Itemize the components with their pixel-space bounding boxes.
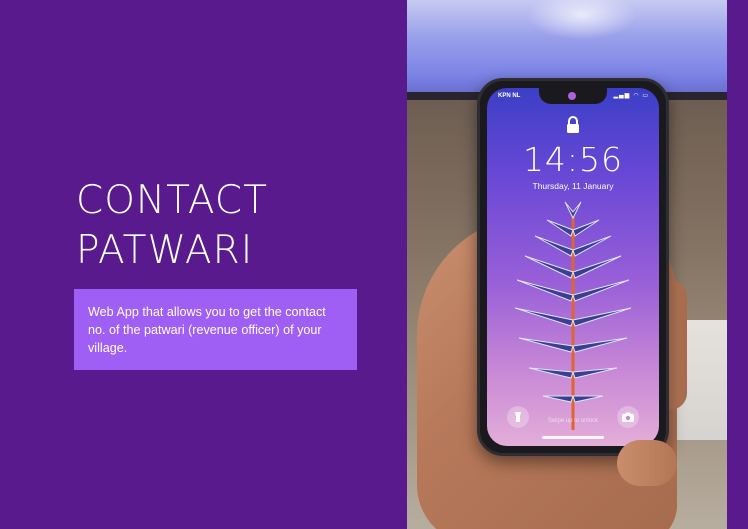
camera-button[interactable] [617, 406, 639, 428]
phone-notch [539, 88, 607, 104]
plant-wallpaper [514, 201, 632, 430]
lock-screen-time: 14:56 [522, 140, 624, 179]
monitor-glow [527, 0, 637, 40]
right-border-strip [727, 0, 748, 529]
carrier-label: KPN NL [498, 93, 521, 99]
camera-icon [622, 412, 634, 422]
flashlight-button[interactable] [507, 406, 529, 428]
page-title: CONTACT PATWARI [76, 178, 268, 273]
lock-icon [567, 116, 579, 133]
lock-screen-date: Thursday, 11 January [532, 181, 614, 191]
phone-lock-screen: KPN NL ▂▄▆ ◠ ▭ 14:56 Thursday, 11 Januar… [487, 88, 659, 446]
description-text: Web App that allows you to get the conta… [88, 305, 326, 355]
front-camera-icon [568, 92, 576, 100]
swipe-hint: Swipe up to unlock [547, 418, 599, 424]
home-indicator[interactable] [542, 436, 604, 439]
thumb [617, 440, 677, 486]
status-icons: ▂▄▆ ◠ ▭ [613, 92, 649, 99]
hero-panel: CONTACT PATWARI Web App that allows you … [0, 0, 407, 529]
smartphone: KPN NL ▂▄▆ ◠ ▭ 14:56 Thursday, 11 Januar… [477, 78, 669, 456]
hero-photo: KPN NL ▂▄▆ ◠ ▭ 14:56 Thursday, 11 Januar… [407, 0, 727, 529]
description-box: Web App that allows you to get the conta… [74, 289, 357, 370]
flashlight-icon [515, 412, 521, 422]
